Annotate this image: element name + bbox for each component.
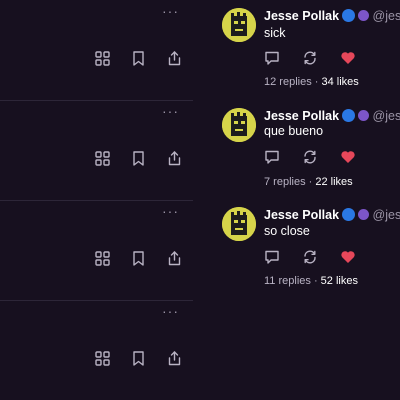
reply-icon[interactable] xyxy=(264,149,280,165)
reply-post[interactable]: Jesse Pollak @jes que bueno 7 replies · … xyxy=(208,100,400,200)
reply-count[interactable]: 7 replies xyxy=(264,176,306,188)
reply-post[interactable]: Jesse Pollak @jes sick 12 replies · 34 l… xyxy=(208,0,400,100)
recast-icon[interactable] xyxy=(302,249,318,265)
recast-icon[interactable] xyxy=(302,50,318,66)
post-text: so close xyxy=(264,224,310,238)
bookmark-icon[interactable] xyxy=(130,250,147,267)
post-text: que bueno xyxy=(264,124,324,138)
post-text: sick xyxy=(264,26,286,40)
avatar[interactable] xyxy=(222,108,256,142)
stats-separator: · xyxy=(305,176,316,188)
purple-badge-icon xyxy=(358,209,370,220)
grid-icon[interactable] xyxy=(94,150,111,167)
avatar[interactable] xyxy=(222,8,256,42)
heart-icon[interactable] xyxy=(340,149,356,165)
like-count[interactable]: 34 likes xyxy=(321,76,358,88)
feed-row: ··· xyxy=(0,100,193,201)
grid-icon[interactable] xyxy=(94,250,111,267)
share-icon[interactable] xyxy=(166,150,183,167)
share-icon[interactable] xyxy=(166,350,183,367)
bookmark-icon[interactable] xyxy=(130,50,147,67)
reply-post[interactable]: Jesse Pollak @jes so close 11 replies · … xyxy=(208,200,400,300)
heart-icon[interactable] xyxy=(340,50,356,66)
share-icon[interactable] xyxy=(166,50,183,67)
author-handle[interactable]: @jes xyxy=(373,109,400,123)
replies-column: Jesse Pollak @jes sick 12 replies · 34 l… xyxy=(208,0,400,400)
reply-count[interactable]: 11 replies xyxy=(264,275,311,287)
author-name[interactable]: Jesse Pollak xyxy=(264,109,339,123)
blue-badge-icon xyxy=(342,9,356,22)
bookmark-icon[interactable] xyxy=(130,350,147,367)
author-handle[interactable]: @jes xyxy=(373,9,400,23)
author-handle[interactable]: @jes xyxy=(373,208,400,222)
blue-badge-icon xyxy=(342,208,356,221)
purple-badge-icon xyxy=(358,110,370,121)
grid-icon[interactable] xyxy=(94,350,111,367)
left-feed-column: ··· ··· ··· ··· xyxy=(0,0,208,400)
stats-separator: · xyxy=(310,275,321,287)
author-name[interactable]: Jesse Pollak xyxy=(264,9,339,23)
more-options-button[interactable]: ··· xyxy=(162,304,179,318)
author-name[interactable]: Jesse Pollak xyxy=(264,208,339,222)
feed-row: ··· xyxy=(0,200,193,301)
reply-icon[interactable] xyxy=(264,50,280,66)
grid-icon[interactable] xyxy=(94,50,111,67)
bookmark-icon[interactable] xyxy=(130,150,147,167)
purple-badge-icon xyxy=(358,10,370,21)
more-options-button[interactable]: ··· xyxy=(162,104,179,118)
blue-badge-icon xyxy=(342,109,356,122)
more-options-button[interactable]: ··· xyxy=(162,204,179,218)
share-icon[interactable] xyxy=(166,250,183,267)
feed-row: ··· xyxy=(0,0,193,101)
reply-icon[interactable] xyxy=(264,249,280,265)
recast-icon[interactable] xyxy=(302,149,318,165)
heart-icon[interactable] xyxy=(340,249,356,265)
avatar[interactable] xyxy=(222,207,256,241)
more-options-button[interactable]: ··· xyxy=(162,4,179,18)
reply-count[interactable]: 12 replies xyxy=(264,76,312,88)
like-count[interactable]: 52 likes xyxy=(321,275,358,287)
like-count[interactable]: 22 likes xyxy=(315,176,352,188)
feed-row: ··· xyxy=(0,300,193,400)
